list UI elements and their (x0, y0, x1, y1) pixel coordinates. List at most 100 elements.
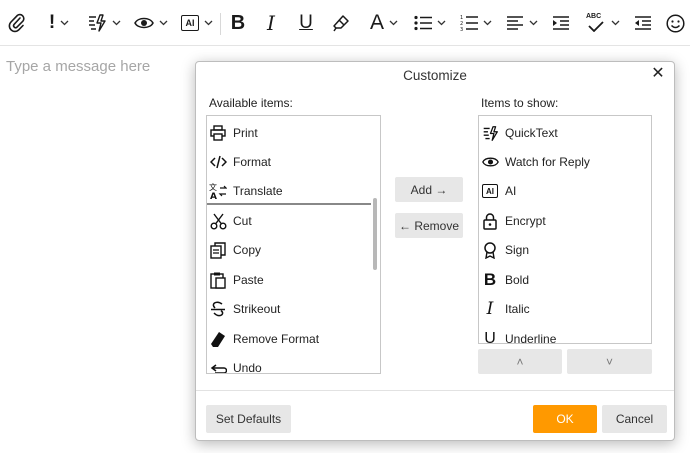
list-item-label: Remove Format (233, 332, 320, 346)
emoji-icon[interactable] (664, 10, 686, 36)
priority-button[interactable]: ! (42, 10, 76, 36)
list-item-label: Paste (233, 273, 264, 287)
list-item-sign[interactable]: Sign (479, 236, 651, 264)
scissors-icon (209, 212, 227, 230)
list-item-ai[interactable]: AI AI (479, 177, 651, 205)
list-item-label: Underline (505, 332, 557, 344)
bullet-list-button[interactable] (412, 10, 448, 36)
available-items-list[interactable]: Print Format 文A Translate Cut Copy Paste… (206, 115, 381, 374)
chevron-down-icon (483, 20, 492, 26)
chevron-down-icon (611, 20, 620, 26)
list-scrollbar[interactable] (373, 198, 377, 270)
list-item-italic[interactable]: I Italic (479, 295, 651, 323)
copy-icon (209, 241, 227, 259)
chevron-down-icon (389, 20, 398, 26)
set-defaults-button[interactable]: Set Defaults (206, 405, 291, 433)
remove-format-icon[interactable] (330, 10, 352, 36)
items-to-show-list[interactable]: QuickText Watch for Reply AI AI Encrypt … (478, 115, 652, 344)
italic-icon[interactable]: I (262, 10, 280, 36)
spellcheck-icon: ABC (586, 13, 606, 33)
chevron-down-icon (204, 20, 213, 26)
bold-icon: B (483, 270, 497, 289)
font-icon: A (369, 11, 384, 34)
format-toolbar: ! AI B I U A 123 ABC (0, 0, 690, 46)
customize-dialog: Customize ✕ Available items: Items to sh… (195, 61, 675, 441)
quicktext-icon (481, 124, 499, 142)
ai-icon: AI (181, 15, 199, 31)
italic-icon: I (486, 299, 494, 319)
underline-icon: U (484, 330, 496, 344)
list-item-undo[interactable]: Undo (207, 354, 380, 374)
align-button[interactable] (504, 10, 540, 36)
list-item-copy[interactable]: Copy (207, 236, 380, 264)
ai-icon: AI (481, 182, 499, 200)
badge-icon (481, 241, 499, 259)
font-button[interactable]: A (366, 10, 402, 36)
paste-icon (209, 271, 227, 289)
list-item-bold[interactable]: B Bold (479, 266, 651, 294)
chevron-down-icon (529, 20, 538, 26)
remove-button[interactable]: ← Remove (395, 213, 463, 238)
chevron-down-icon: ˅ (605, 354, 613, 369)
move-down-button[interactable]: ˅ (567, 349, 652, 374)
list-item-cut[interactable]: Cut (207, 207, 380, 235)
eraser-icon (209, 330, 227, 348)
list-item-print[interactable]: Print (207, 119, 380, 147)
items-to-show-label: Items to show: (481, 96, 559, 110)
list-item-strikeout[interactable]: Strikeout (207, 295, 380, 323)
numbered-list-button[interactable]: 123 (458, 10, 494, 36)
list-item-paste[interactable]: Paste (207, 266, 380, 294)
svg-text:3: 3 (460, 27, 463, 32)
chevron-down-icon (437, 20, 446, 26)
list-item-quicktext[interactable]: QuickText (479, 119, 651, 147)
bullet-list-icon (414, 15, 432, 31)
chevron-up-icon: ˄ (516, 354, 524, 369)
list-item-translate[interactable]: 文A Translate (207, 177, 380, 205)
quicktext-button[interactable] (86, 10, 122, 36)
list-item-label: Italic (505, 302, 530, 316)
priority-icon: ! (48, 12, 56, 33)
drop-indicator (207, 203, 371, 205)
eye-icon (134, 17, 154, 29)
strikeout-icon (209, 300, 227, 318)
attachment-icon[interactable] (6, 10, 28, 36)
svg-text:A: A (210, 192, 217, 200)
print-icon (209, 124, 227, 142)
indent-icon[interactable] (550, 10, 572, 36)
outdent-icon[interactable] (632, 10, 654, 36)
add-button[interactable]: Add → (395, 177, 463, 202)
list-item-label: Translate (233, 184, 283, 198)
ok-button[interactable]: OK (533, 405, 597, 433)
bold-icon[interactable]: B (228, 10, 248, 36)
align-icon (507, 16, 523, 30)
list-item-format[interactable]: Format (207, 148, 380, 176)
list-item-watch-for-reply[interactable]: Watch for Reply (479, 148, 651, 176)
translate-icon: 文A (209, 182, 227, 200)
undo-icon (209, 359, 227, 373)
cancel-button[interactable]: Cancel (602, 405, 667, 433)
code-icon (209, 153, 227, 171)
chevron-down-icon (112, 20, 121, 26)
list-item-label: Print (233, 126, 258, 140)
watch-for-reply-button[interactable] (132, 10, 170, 36)
list-item-label: Format (233, 155, 272, 169)
list-item-label: Watch for Reply (505, 155, 590, 169)
svg-text:文: 文 (209, 182, 217, 192)
close-icon[interactable]: ✕ (650, 66, 666, 82)
ai-button[interactable]: AI (180, 10, 214, 36)
message-body-placeholder[interactable]: Type a message here (6, 58, 150, 75)
underline-icon[interactable]: U (296, 10, 316, 36)
list-item-label: Sign (505, 243, 530, 257)
list-item-underline[interactable]: U Underline (479, 325, 651, 344)
quicktext-icon (89, 14, 106, 32)
chevron-down-icon (159, 20, 168, 26)
available-items-label: Available items: (209, 96, 293, 110)
spellcheck-button[interactable]: ABC (584, 10, 622, 36)
chevron-down-icon (60, 20, 69, 26)
list-item-encrypt[interactable]: Encrypt (479, 207, 651, 235)
list-item-label: Undo (233, 361, 262, 374)
list-item-label: Bold (505, 273, 530, 287)
list-item-remove-format[interactable]: Remove Format (207, 325, 380, 353)
dialog-title: Customize (403, 68, 467, 83)
move-up-button[interactable]: ˄ (478, 349, 562, 374)
